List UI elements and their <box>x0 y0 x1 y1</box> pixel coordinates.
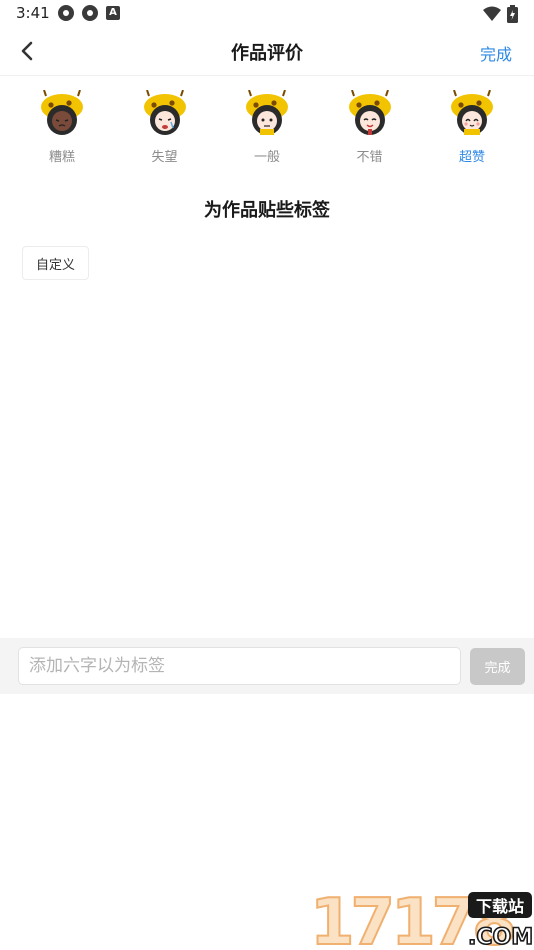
crying-avatar-icon <box>143 90 186 135</box>
rating-label: 失望 <box>151 150 178 165</box>
rating-option-excellent[interactable]: 超赞 <box>432 90 512 170</box>
tag-heading: 为作品贴些标签 <box>204 200 330 221</box>
aperture-icon <box>82 5 98 21</box>
rating-option-good[interactable]: 不错 <box>330 90 410 170</box>
status-time: 3:41 <box>16 4 50 22</box>
rating-label: 不错 <box>356 150 383 165</box>
rating-option-disappointed[interactable]: 失望 <box>125 90 205 170</box>
rating-row: 糟糕 失望 一般 不错 超赞 <box>22 90 512 170</box>
sad-avatar-icon <box>41 90 83 135</box>
a-badge-icon: A <box>106 6 120 20</box>
tag-input-bar: 完成 <box>0 638 534 694</box>
watermark-suffix-text: .COM <box>468 925 532 948</box>
rating-label: 超赞 <box>458 150 485 165</box>
status-right-icons <box>483 5 518 23</box>
nav-bar: 作品评价 完成 <box>0 28 534 76</box>
wifi-icon <box>483 6 501 21</box>
custom-tag-button[interactable]: 自定义 <box>22 246 89 280</box>
done-button[interactable]: 完成 <box>480 41 512 65</box>
watermark-badge-text: 下载站 <box>476 897 524 916</box>
tag-done-button[interactable]: 完成 <box>470 648 525 685</box>
page-title: 作品评价 <box>231 43 303 64</box>
rating-label: 糟糕 <box>48 150 75 165</box>
status-left-icons: A <box>58 5 120 21</box>
rating-option-terrible[interactable]: 糟糕 <box>22 90 102 170</box>
site-watermark-logo: 17178 下载站 .COM <box>310 886 532 948</box>
rating-option-average[interactable]: 一般 <box>227 90 307 170</box>
delighted-avatar-icon <box>451 90 493 135</box>
battery-icon <box>507 5 518 23</box>
happy-avatar-icon <box>348 90 391 135</box>
aperture-icon <box>58 5 74 21</box>
status-bar: 3:41 A <box>0 0 534 28</box>
tag-input[interactable] <box>18 647 461 685</box>
rating-label: 一般 <box>253 150 280 165</box>
neutral-avatar-icon <box>246 90 288 135</box>
